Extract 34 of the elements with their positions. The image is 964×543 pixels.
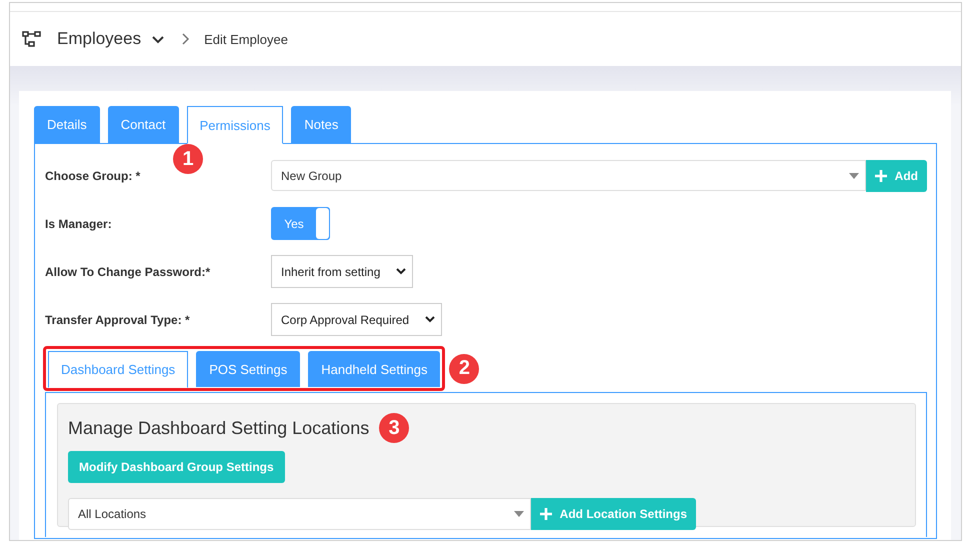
chevron-down-icon [152, 34, 164, 44]
chevron-right-icon [182, 33, 190, 45]
dropdown[interactable]: Inherit from setting [271, 255, 414, 288]
hierarchy-icon [22, 31, 41, 47]
tab[interactable]: Handheld Settings [308, 351, 440, 387]
callout-number: 1 [173, 144, 203, 174]
tab[interactable]: Contact [108, 106, 179, 143]
tab[interactable]: Notes [291, 106, 352, 143]
modify-button[interactable]: Modify Dashboard Group Settings [68, 451, 285, 483]
field-label: Transfer Approval Type: * [45, 312, 191, 326]
tab[interactable]: Dashboard Settings [48, 351, 188, 388]
section-title[interactable]: Employees [57, 29, 142, 49]
field-label: Is Manager: [45, 216, 113, 230]
section-heading: Manage Dashboard Setting Locations [68, 418, 370, 438]
tab[interactable]: Permissions [186, 106, 284, 144]
callout-number: 3 [379, 413, 410, 443]
location-select[interactable]: All Locations [68, 498, 531, 530]
field-label: Allow To Change Password:* [45, 264, 212, 278]
add-location-button[interactable]: Add Location Settings [530, 498, 696, 530]
field-label: Choose Group: * [45, 169, 142, 183]
tab[interactable]: POS Settings [196, 351, 300, 387]
plus-icon [540, 508, 552, 520]
manager-toggle[interactable]: Yes [271, 207, 330, 240]
tab[interactable]: Details [34, 106, 100, 143]
chevron-down-icon [425, 316, 436, 323]
group-select[interactable]: New Group [271, 160, 866, 191]
chevron-down-icon [396, 268, 406, 275]
dropdown[interactable]: Corp Approval Required [271, 303, 442, 336]
callout-number: 2 [449, 354, 480, 384]
plus-icon [874, 170, 887, 182]
add-button[interactable]: Add [866, 160, 927, 192]
dropdown-arrow-icon [514, 511, 524, 517]
dropdown-arrow-icon [848, 172, 859, 178]
page-title: Edit Employee [204, 32, 288, 46]
